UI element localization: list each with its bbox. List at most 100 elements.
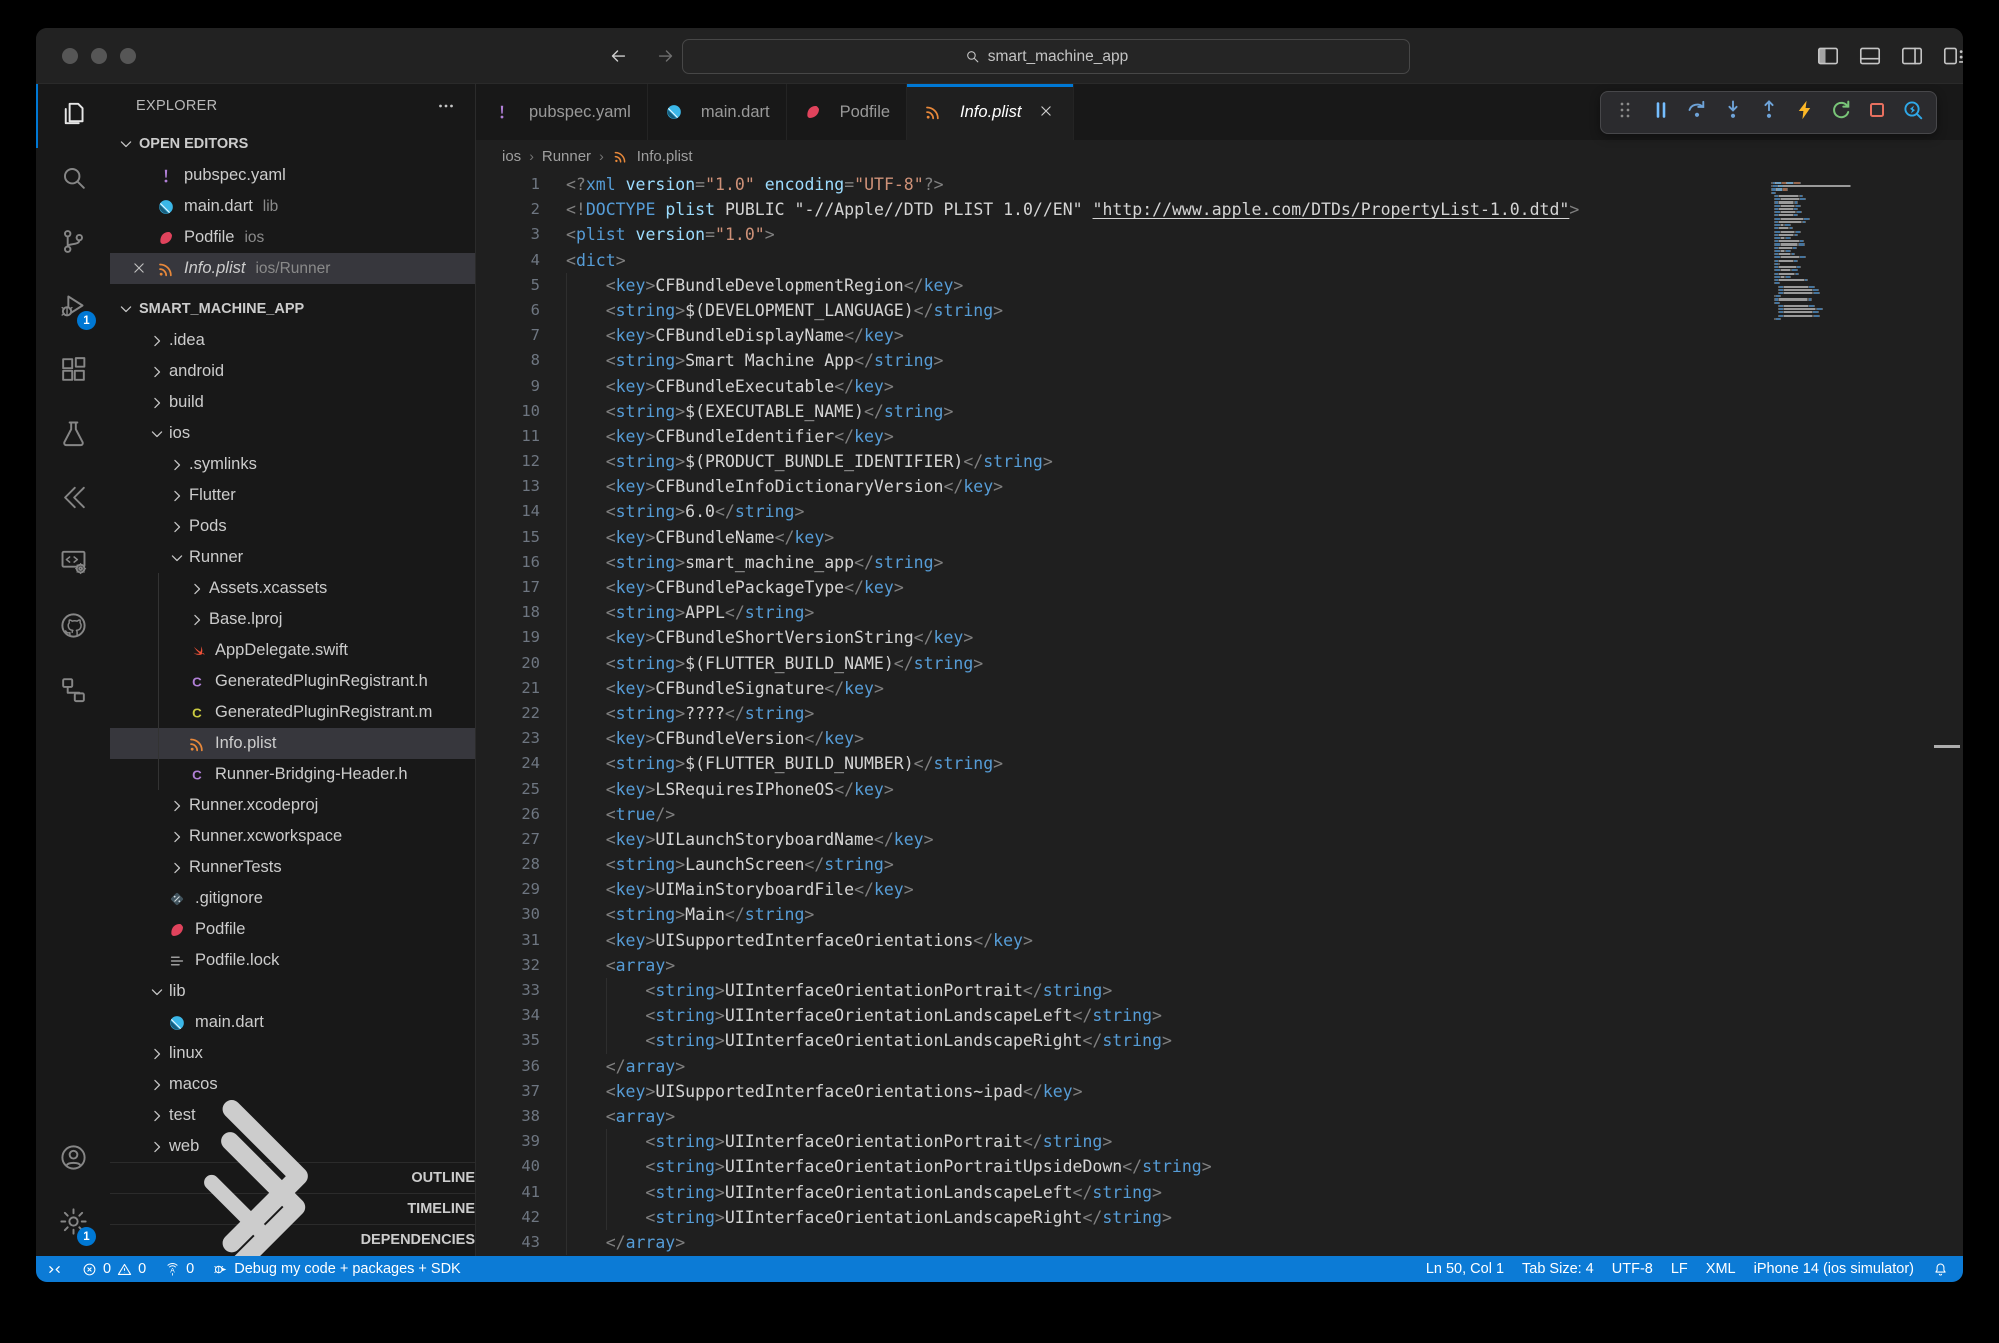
back-icon[interactable] bbox=[604, 42, 632, 70]
code-line[interactable]: 41<string>UIInterfaceOrientationLandscap… bbox=[476, 1180, 1963, 1205]
line-number[interactable]: 11 bbox=[476, 424, 540, 449]
code-line[interactable]: 19<key>CFBundleShortVersionString</key> bbox=[476, 625, 1963, 650]
tab-info-plist[interactable]: Info.plist bbox=[907, 84, 1073, 140]
notifications-bell-icon[interactable] bbox=[1932, 1261, 1949, 1278]
line-number[interactable]: 34 bbox=[476, 1003, 540, 1028]
tab-main-dart[interactable]: main.dart bbox=[648, 84, 787, 140]
line-number[interactable]: 9 bbox=[476, 374, 540, 399]
activity-item-explorer[interactable] bbox=[36, 84, 110, 148]
close-icon[interactable] bbox=[130, 259, 156, 279]
debug-configuration[interactable]: Debug my code + packages + SDK bbox=[212, 1261, 461, 1278]
tree-item[interactable]: Runner.xcodeproj bbox=[110, 790, 475, 821]
code-line[interactable]: 18<string>APPL</string> bbox=[476, 600, 1963, 625]
line-number[interactable]: 8 bbox=[476, 348, 540, 373]
line-number[interactable]: 19 bbox=[476, 625, 540, 650]
line-number[interactable]: 36 bbox=[476, 1054, 540, 1079]
code-line[interactable]: 12<string>$(PRODUCT_BUNDLE_IDENTIFIER)</… bbox=[476, 449, 1963, 474]
tree-item[interactable]: Info.plist bbox=[110, 728, 475, 759]
code-line[interactable]: 42<string>UIInterfaceOrientationLandscap… bbox=[476, 1205, 1963, 1230]
tree-item[interactable]: ios bbox=[110, 418, 475, 449]
code-line[interactable]: 31<key>UISupportedInterfaceOrientations<… bbox=[476, 928, 1963, 953]
tree-item[interactable]: .gitignore bbox=[110, 883, 475, 914]
tree-item[interactable]: Runner bbox=[110, 542, 475, 573]
code-editor[interactable]: 1<?xml version="1.0" encoding="UTF-8"?>2… bbox=[476, 172, 1963, 1256]
line-number[interactable]: 40 bbox=[476, 1154, 540, 1179]
open-editor-item[interactable]: Info.plistios/Runner bbox=[110, 253, 475, 284]
code-line[interactable]: 4<dict> bbox=[476, 248, 1963, 273]
tree-item[interactable]: web bbox=[110, 1131, 475, 1162]
code-line[interactable]: 40<string>UIInterfaceOrientationPortrait… bbox=[476, 1154, 1963, 1179]
code-line[interactable]: 34<string>UIInterfaceOrientationLandscap… bbox=[476, 1003, 1963, 1028]
code-line[interactable]: 32<array> bbox=[476, 953, 1963, 978]
line-number[interactable]: 27 bbox=[476, 827, 540, 852]
breadcrumb-segment[interactable]: Runner bbox=[542, 148, 591, 165]
code-line[interactable]: 13<key>CFBundleInfoDictionaryVersion</ke… bbox=[476, 474, 1963, 499]
tree-item[interactable]: Base.lproj bbox=[110, 604, 475, 635]
line-number[interactable]: 28 bbox=[476, 852, 540, 877]
code-line[interactable]: 28<string>LaunchScreen</string> bbox=[476, 852, 1963, 877]
line-number[interactable]: 25 bbox=[476, 777, 540, 802]
debug-stop-button[interactable] bbox=[1860, 96, 1893, 129]
line-number[interactable]: 12 bbox=[476, 449, 540, 474]
eol[interactable]: LF bbox=[1671, 1261, 1688, 1277]
line-number[interactable]: 22 bbox=[476, 701, 540, 726]
debug-hot-reload-button[interactable] bbox=[1788, 96, 1821, 129]
code-line[interactable]: 7<key>CFBundleDisplayName</key> bbox=[476, 323, 1963, 348]
open-editor-item[interactable]: pubspec.yaml bbox=[110, 160, 475, 191]
debug-widget-inspector-button[interactable] bbox=[1896, 96, 1929, 129]
tree-item[interactable]: Podfile bbox=[110, 914, 475, 945]
debug-step-over-button[interactable] bbox=[1680, 96, 1713, 129]
code-line[interactable]: 17<key>CFBundlePackageType</key> bbox=[476, 575, 1963, 600]
line-number[interactable]: 16 bbox=[476, 550, 540, 575]
line-number[interactable]: 41 bbox=[476, 1180, 540, 1205]
tab-size[interactable]: Tab Size: 4 bbox=[1522, 1261, 1594, 1277]
activity-item-github[interactable] bbox=[36, 596, 110, 660]
line-number[interactable]: 3 bbox=[476, 222, 540, 247]
code-line[interactable]: 5<key>CFBundleDevelopmentRegion</key> bbox=[476, 273, 1963, 298]
tree-item[interactable]: Pods bbox=[110, 511, 475, 542]
line-number[interactable]: 26 bbox=[476, 802, 540, 827]
remote-indicator[interactable] bbox=[46, 1261, 63, 1278]
tree-item[interactable]: linux bbox=[110, 1038, 475, 1069]
encoding[interactable]: UTF-8 bbox=[1612, 1261, 1653, 1277]
forward-icon[interactable] bbox=[652, 42, 680, 70]
line-number[interactable]: 20 bbox=[476, 651, 540, 676]
open-editor-item[interactable]: main.dartlib bbox=[110, 191, 475, 222]
more-actions-icon[interactable] bbox=[435, 95, 457, 117]
code-line[interactable]: 9<key>CFBundleExecutable</key> bbox=[476, 374, 1963, 399]
code-line[interactable]: 26<true/> bbox=[476, 802, 1963, 827]
tab-pubspec-yaml[interactable]: pubspec.yaml bbox=[476, 84, 648, 140]
code-line[interactable]: 23<key>CFBundleVersion</key> bbox=[476, 726, 1963, 751]
line-number[interactable]: 33 bbox=[476, 978, 540, 1003]
zoom-window-button[interactable] bbox=[120, 48, 136, 64]
activity-item-run-and-debug[interactable]: 1 bbox=[36, 276, 110, 340]
device-selector[interactable]: iPhone 14 (ios simulator) bbox=[1754, 1261, 1914, 1277]
code-line[interactable]: 16<string>smart_machine_app</string> bbox=[476, 550, 1963, 575]
activity-item-devtools[interactable] bbox=[36, 532, 110, 596]
activity-item-extensions[interactable] bbox=[36, 340, 110, 404]
code-line[interactable]: 35<string>UIInterfaceOrientationLandscap… bbox=[476, 1028, 1963, 1053]
open-editor-item[interactable]: Podfileios bbox=[110, 222, 475, 253]
tree-item[interactable]: build bbox=[110, 387, 475, 418]
tree-item[interactable]: CRunner-Bridging-Header.h bbox=[110, 759, 475, 790]
code-line[interactable]: 2<!DOCTYPE plist PUBLIC "-//Apple//DTD P… bbox=[476, 197, 1963, 222]
line-number[interactable]: 13 bbox=[476, 474, 540, 499]
line-number[interactable]: 7 bbox=[476, 323, 540, 348]
language-mode[interactable]: XML bbox=[1706, 1261, 1736, 1277]
code-line[interactable]: 20<string>$(FLUTTER_BUILD_NAME)</string> bbox=[476, 651, 1963, 676]
line-number[interactable]: 35 bbox=[476, 1028, 540, 1053]
line-number[interactable]: 17 bbox=[476, 575, 540, 600]
code-line[interactable]: 11<key>CFBundleIdentifier</key> bbox=[476, 424, 1963, 449]
activity-item-testing[interactable] bbox=[36, 404, 110, 468]
minimize-window-button[interactable] bbox=[91, 48, 107, 64]
tab-podfile[interactable]: Podfile bbox=[787, 84, 907, 140]
code-line[interactable]: 25<key>LSRequiresIPhoneOS</key> bbox=[476, 777, 1963, 802]
activity-item-source-control[interactable] bbox=[36, 212, 110, 276]
tree-item[interactable]: .symlinks bbox=[110, 449, 475, 480]
line-number[interactable]: 30 bbox=[476, 902, 540, 927]
tree-item[interactable]: CGeneratedPluginRegistrant.m bbox=[110, 697, 475, 728]
activity-item-search[interactable] bbox=[36, 148, 110, 212]
code-line[interactable]: 3<plist version="1.0"> bbox=[476, 222, 1963, 247]
line-number[interactable]: 43 bbox=[476, 1230, 540, 1255]
toggle-secondary-sidebar-icon[interactable] bbox=[1873, 43, 1899, 69]
